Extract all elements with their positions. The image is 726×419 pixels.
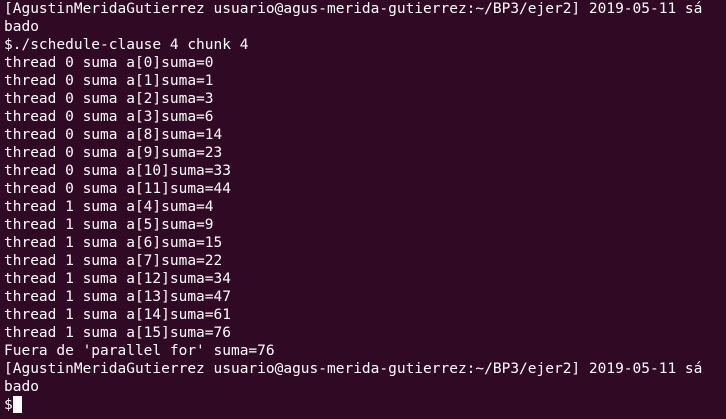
output-line: thread 1 suma a[14]suma=61	[4, 307, 231, 323]
text-cursor	[12, 396, 22, 413]
output-line: thread 1 suma a[4]suma=4	[4, 199, 214, 215]
output-line: thread 0 suma a[11]suma=44	[4, 181, 231, 197]
input-line[interactable]: $	[4, 396, 722, 414]
output-line: thread 1 suma a[5]suma=9	[4, 217, 214, 233]
terminal-window[interactable]: [AgustinMeridaGutierrez usuario@agus-mer…	[0, 0, 726, 419]
output-line: thread 0 suma a[10]suma=33	[4, 163, 231, 179]
prompt-line-1-wrap: bado	[4, 19, 39, 35]
output-line: thread 1 suma a[6]suma=15	[4, 235, 223, 251]
prompt-symbol: $	[4, 397, 13, 413]
output-line: thread 0 suma a[3]suma=6	[4, 109, 214, 125]
command-line: $./schedule-clause 4 chunk 4	[4, 37, 249, 53]
prompt-line-1: [AgustinMeridaGutierrez usuario@agus-mer…	[4, 1, 703, 17]
output-line: thread 1 suma a[7]suma=22	[4, 253, 223, 269]
output-summary-line: Fuera de 'parallel for' suma=76	[4, 343, 275, 359]
output-line: thread 0 suma a[2]suma=3	[4, 91, 214, 107]
prompt-line-2-wrap: bado	[4, 379, 39, 395]
output-line: thread 0 suma a[0]suma=0	[4, 55, 214, 71]
output-line: thread 1 suma a[13]suma=47	[4, 289, 231, 305]
output-line: thread 0 suma a[1]suma=1	[4, 73, 214, 89]
output-line: thread 0 suma a[8]suma=14	[4, 127, 223, 143]
output-line: thread 1 suma a[12]suma=34	[4, 271, 231, 287]
output-line: thread 0 suma a[9]suma=23	[4, 145, 223, 161]
prompt-line-2: [AgustinMeridaGutierrez usuario@agus-mer…	[4, 361, 703, 377]
output-line: thread 1 suma a[15]suma=76	[4, 325, 231, 341]
